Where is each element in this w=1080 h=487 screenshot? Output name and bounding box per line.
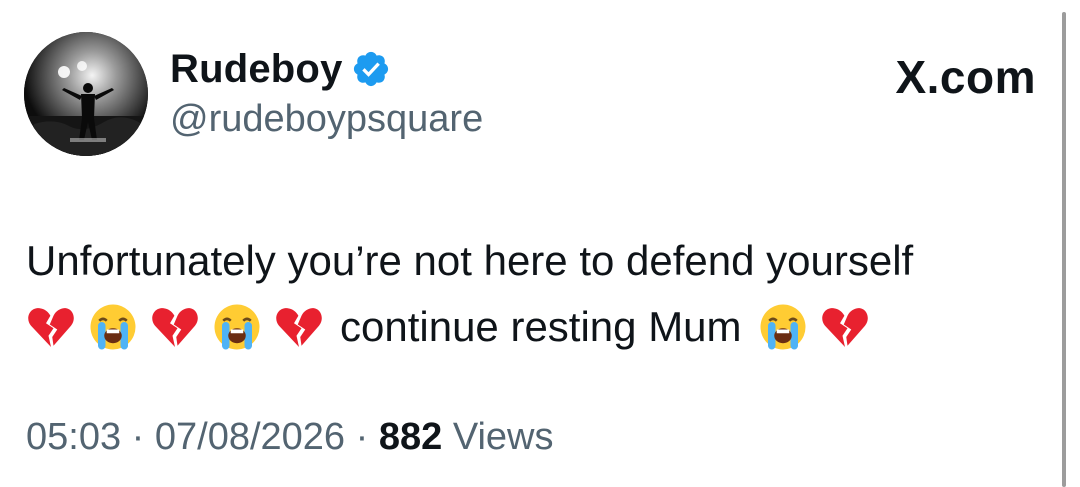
tweet-date[interactable]: 07/08/2026 [155, 416, 345, 458]
loudly-crying-face-emoji [758, 302, 808, 352]
scrollbar[interactable] [1062, 12, 1066, 487]
tweet-line-2-text: continue resting Mum [340, 303, 742, 350]
avatar-image [24, 32, 148, 156]
meta-separator: · [131, 416, 145, 458]
broken-heart-emoji [150, 302, 200, 352]
broken-heart-emoji [274, 302, 324, 352]
tweet-time[interactable]: 05:03 [26, 416, 121, 458]
views-label: Views [452, 416, 554, 458]
author-name-row[interactable]: Rudeboy [170, 44, 391, 94]
display-name[interactable]: Rudeboy [170, 47, 343, 92]
verified-badge-icon [351, 49, 391, 89]
tweet-text: Unfortunately you’re not here to defend … [26, 228, 1056, 360]
loudly-crying-face-emoji [212, 302, 262, 352]
tweet-meta: 05:03 · 07/08/2026 · 882 Views [26, 416, 554, 459]
brand-logo: X.com [895, 51, 1036, 103]
tweet-line-2: continue resting Mum [26, 294, 1056, 360]
loudly-crying-face-emoji [88, 302, 138, 352]
author-handle[interactable]: @rudeboypsquare [170, 98, 483, 141]
views-count: 882 [378, 416, 443, 458]
avatar[interactable] [24, 32, 148, 156]
broken-heart-emoji [26, 302, 76, 352]
meta-separator: · [355, 416, 369, 458]
tweet-line-1: Unfortunately you’re not here to defend … [26, 237, 914, 284]
broken-heart-emoji [820, 302, 870, 352]
